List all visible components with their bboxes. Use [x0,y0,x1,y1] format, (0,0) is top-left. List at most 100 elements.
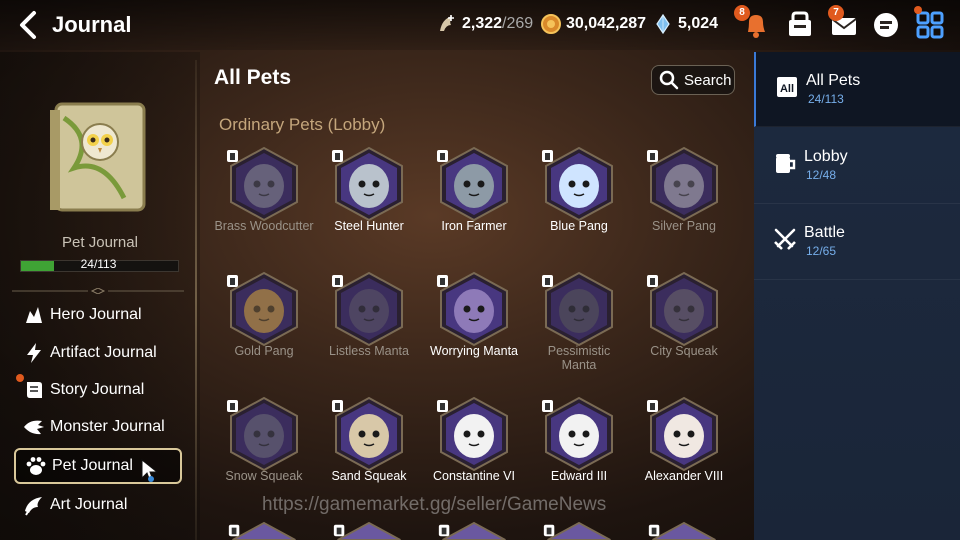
tab-lobby[interactable]: Lobby 12/48 [754,128,960,204]
pet-card[interactable]: Gold Pang [214,271,314,391]
watermark-text: https://gamemarket.gg/seller/GameNews [262,494,607,515]
menu-story-journal[interactable]: Story Journal [14,373,182,407]
pet-portrait-icon [437,146,508,222]
stamina-max: /269 [502,15,534,32]
tab-count: 12/65 [806,244,837,258]
pet-name: Pessimistic Manta [547,344,611,372]
tab-battle[interactable]: Battle 12/65 [754,204,960,280]
top-bar: Journal 2,322 /269 30,042,287 5,024 8 7 [0,0,960,50]
pet-portrait-icon[interactable] [332,521,406,540]
menu-label: Hero Journal [50,306,142,323]
pet-portrait-icon [542,396,613,472]
menu-monster-journal[interactable]: Monster Journal [14,410,182,444]
stamina-value: 2,322 [462,15,503,32]
pet-name: Listless Manta [329,344,409,358]
notification-badge: 8 [734,5,750,21]
pet-portrait-icon [227,146,298,222]
crystal-resource: 5,024 [652,13,718,35]
crossed-swords-icon [774,228,796,250]
menu-art-journal[interactable]: Art Journal [14,488,182,522]
mail-badge: 7 [828,5,844,21]
pet-journal-book-icon [50,102,146,212]
pet-name: Brass Woodcutter [214,219,314,233]
pet-name: Steel Hunter [334,219,404,233]
pet-portrait-icon [437,396,508,472]
ornament-divider [12,288,184,294]
pet-portrait-icon [332,146,403,222]
tab-label: Lobby [804,148,848,165]
menu-artifact-journal[interactable]: Artifact Journal [14,336,182,370]
pet-portrait-icon [647,271,718,347]
pet-portrait-icon [647,146,718,222]
pet-card[interactable]: Steel Hunter [319,146,419,266]
cursor-pointer-icon [141,458,159,482]
pet-portrait-icon [227,396,298,472]
pet-portrait-icon[interactable] [227,521,301,540]
pet-portrait-icon [437,271,508,347]
artifact-icon [27,343,41,363]
crystal-value: 5,024 [678,15,719,32]
pet-journal-label: Pet Journal [62,234,138,251]
gold-resource: 30,042,287 [540,13,646,35]
monster-icon [24,420,44,435]
menu-dot-badge [914,6,922,14]
page-title: Journal [52,12,132,37]
pets-title: All Pets [214,66,292,89]
pet-portrait-icon [647,396,718,472]
pet-portrait-icon[interactable] [542,521,616,540]
tab-label: Battle [804,224,845,241]
pet-name: Gold Pang [234,344,294,358]
menu-label: Art Journal [50,496,128,513]
pet-card[interactable]: Alexander VIII [634,396,734,516]
shop-icon[interactable] [784,9,816,41]
search-button[interactable]: Search [651,65,735,95]
stamina-resource: 2,322 /269 [436,13,533,35]
tab-label: All Pets [806,72,861,89]
back-arrow-icon[interactable] [14,10,44,40]
search-icon [659,70,679,90]
pet-card[interactable]: Brass Woodcutter [214,146,314,266]
pet-card[interactable]: Worrying Manta [424,271,524,391]
menu-label: Artifact Journal [50,344,157,361]
pet-name: Edward III [550,469,608,483]
pet-name: Constantine VI [433,469,515,483]
pet-card[interactable]: Listless Manta [319,271,419,391]
pet-card[interactable]: Silver Pang [634,146,734,266]
stamina-icon [440,15,454,31]
pet-name: Worrying Manta [430,344,518,358]
pet-card[interactable]: City Squeak [634,271,734,391]
pet-card[interactable]: Iron Farmer [424,146,524,266]
menu-hero-journal[interactable]: Hero Journal [14,298,182,332]
pet-card[interactable]: Pessimistic Manta [529,271,629,391]
tab-count: 24/113 [808,92,844,106]
pet-portrait-icon [332,271,403,347]
chat-icon[interactable] [870,9,902,41]
menu-label: Pet Journal [52,457,133,474]
story-icon [27,382,42,398]
pet-name: Silver Pang [652,219,716,233]
tab-all-pets[interactable]: All All Pets 24/113 [754,52,960,127]
pet-name: Blue Pang [550,219,608,233]
svg-text:All: All [780,83,794,95]
panel-divider-line [195,60,197,540]
lobby-mug-icon [776,154,796,173]
gold-value: 30,042,287 [566,15,647,32]
pet-portrait-icon[interactable] [437,521,511,540]
pet-name: Iron Farmer [441,219,507,233]
pet-card[interactable]: Blue Pang [529,146,629,266]
gold-coin-icon [541,14,561,34]
pet-portrait-icon [227,271,298,347]
pet-name: Snow Squeak [225,469,303,483]
paw-icon [26,457,46,475]
collection-progress-text: 24/113 [80,257,117,271]
tab-count: 12/48 [806,168,837,182]
pet-name: City Squeak [650,344,718,358]
section-ordinary-pets-lobby: Ordinary Pets (Lobby) [219,115,386,134]
pet-name: Alexander VIII [644,469,724,483]
all-icon: All [777,77,797,97]
pet-name: Sand Squeak [331,469,407,483]
pet-portrait-icon [542,146,613,222]
pet-portrait-icon [332,396,403,472]
menu-label: Monster Journal [50,418,165,435]
pet-portrait-icon[interactable] [647,521,721,540]
